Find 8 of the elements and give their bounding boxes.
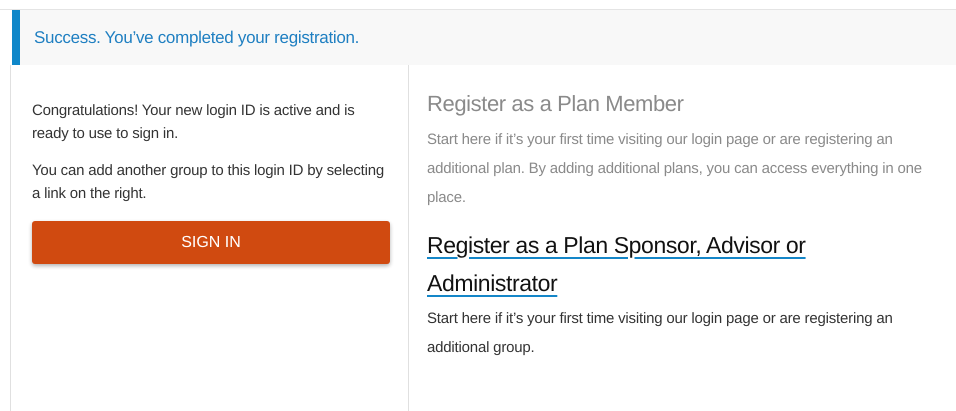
option-description: Start here if it’s your first time visiting our login page or are registering an additional plan. By adding additional plans, you can access everything in one place. — [427, 130, 923, 208]
confirmation-text: You can add another group to this login ID by selecting a link on the right. — [32, 161, 386, 204]
confirmation-text: Congratulations! Your new login ID is active and is ready to use to sign in. — [32, 101, 356, 144]
sign-in-button[interactable]: SIGN IN — [32, 221, 390, 264]
success-message: Success. You’ve completed your registration. — [34, 26, 360, 49]
option-title: Register as a Plan Member — [427, 90, 685, 118]
option-description: Start here if it’s your first time visiting our login page or are registering an additional group. — [427, 309, 894, 358]
option-link[interactable]: Register as a Plan Sponsor, Advisor or Administrator — [427, 226, 936, 302]
